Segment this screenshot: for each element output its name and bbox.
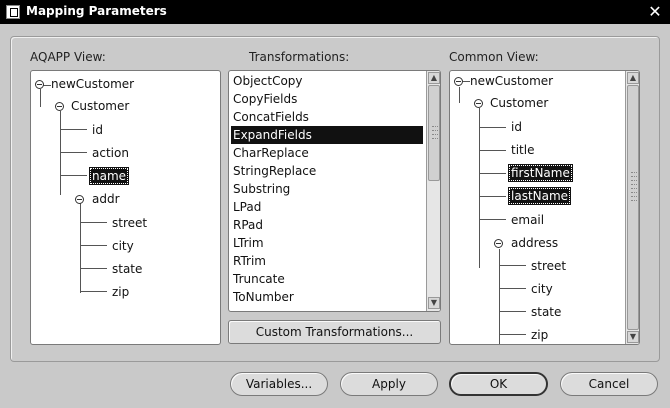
scroll-up-icon[interactable]: ▲ — [428, 72, 440, 84]
tree-node-city[interactable]: city — [112, 238, 134, 254]
collapse-node-icon[interactable] — [75, 195, 84, 204]
list-item-selected[interactable]: ExpandFields — [231, 126, 423, 144]
common-view-tree[interactable]: newCustomer Customer id title firstName … — [449, 70, 640, 345]
tree-node-firstname-selected[interactable]: firstName — [508, 164, 573, 182]
tree-node-city[interactable]: city — [531, 281, 553, 297]
variables-button[interactable]: Variables... — [230, 372, 328, 396]
list-item[interactable]: ObjectCopy — [231, 72, 423, 90]
title-bar: Mapping Parameters ✕ — [0, 0, 670, 24]
tree-node-street[interactable]: street — [531, 258, 566, 274]
custom-transformations-button[interactable]: Custom Transformations... — [228, 320, 441, 344]
ok-button[interactable]: OK — [449, 372, 548, 396]
tree-node-state[interactable]: state — [531, 304, 561, 320]
aqapp-view-label: AQAPP View: — [30, 50, 106, 64]
collapse-node-icon[interactable] — [35, 80, 44, 89]
list-item[interactable]: RPad — [231, 216, 423, 234]
collapse-node-icon[interactable] — [474, 99, 483, 108]
tree-node-customer[interactable]: Customer — [71, 98, 129, 114]
window-icon — [6, 5, 20, 19]
tree-node-state[interactable]: state — [112, 261, 142, 277]
list-item[interactable]: RTrim — [231, 252, 423, 270]
tree-node-id[interactable]: id — [511, 119, 522, 135]
scroll-thumb[interactable] — [627, 85, 639, 330]
tree-node-street[interactable]: street — [112, 215, 147, 231]
tree-node-lastname-selected[interactable]: lastName — [508, 187, 572, 205]
list-item[interactable]: Truncate — [231, 270, 423, 288]
tree-node-newcustomer[interactable]: newCustomer — [51, 76, 134, 92]
collapse-node-icon[interactable] — [454, 77, 463, 86]
tree-node-name-selected[interactable]: name — [89, 167, 130, 185]
close-icon[interactable]: ✕ — [646, 3, 664, 21]
window-title: Mapping Parameters — [26, 4, 167, 18]
aqapp-view-tree[interactable]: newCustomer Customer id action name addr… — [30, 70, 221, 345]
tree-node-address[interactable]: address — [511, 235, 558, 251]
transformations-label: Transformations: — [249, 50, 350, 64]
tree-node-email[interactable]: email — [511, 212, 544, 228]
scroll-down-icon[interactable]: ▼ — [627, 331, 639, 343]
list-item[interactable]: LPad — [231, 198, 423, 216]
tree-node-customer[interactable]: Customer — [490, 95, 548, 111]
transformations-scrollbar[interactable]: ▲ ▼ — [426, 71, 440, 311]
common-view-label: Common View: — [449, 50, 539, 64]
tree-node-id[interactable]: id — [92, 122, 103, 138]
tree-node-newcustomer[interactable]: newCustomer — [470, 73, 553, 89]
common-view-scrollbar[interactable]: ▲ ▼ — [625, 71, 639, 344]
scroll-up-icon[interactable]: ▲ — [627, 72, 639, 84]
tree-node-title[interactable]: title — [511, 142, 534, 158]
transformations-list[interactable]: ObjectCopy CopyFields ConcatFields Expan… — [228, 70, 441, 312]
list-item[interactable]: LTrim — [231, 234, 423, 252]
list-item[interactable]: CopyFields — [231, 90, 423, 108]
list-item[interactable]: ConcatFields — [231, 108, 423, 126]
tree-node-addr[interactable]: addr — [92, 191, 120, 207]
list-item[interactable]: CharReplace — [231, 144, 423, 162]
cancel-button[interactable]: Cancel — [560, 372, 658, 396]
tree-node-action[interactable]: action — [92, 145, 129, 161]
list-item[interactable]: Substring — [231, 180, 423, 198]
scroll-down-icon[interactable]: ▼ — [428, 297, 440, 309]
scroll-thumb[interactable] — [428, 85, 440, 181]
tree-node-zip[interactable]: zip — [112, 284, 129, 300]
tree-node-zip[interactable]: zip — [531, 327, 548, 343]
apply-button[interactable]: Apply — [340, 372, 438, 396]
list-item[interactable]: ToNumber — [231, 288, 423, 306]
collapse-node-icon[interactable] — [55, 102, 64, 111]
list-item[interactable]: StringReplace — [231, 162, 423, 180]
collapse-node-icon[interactable] — [494, 239, 503, 248]
